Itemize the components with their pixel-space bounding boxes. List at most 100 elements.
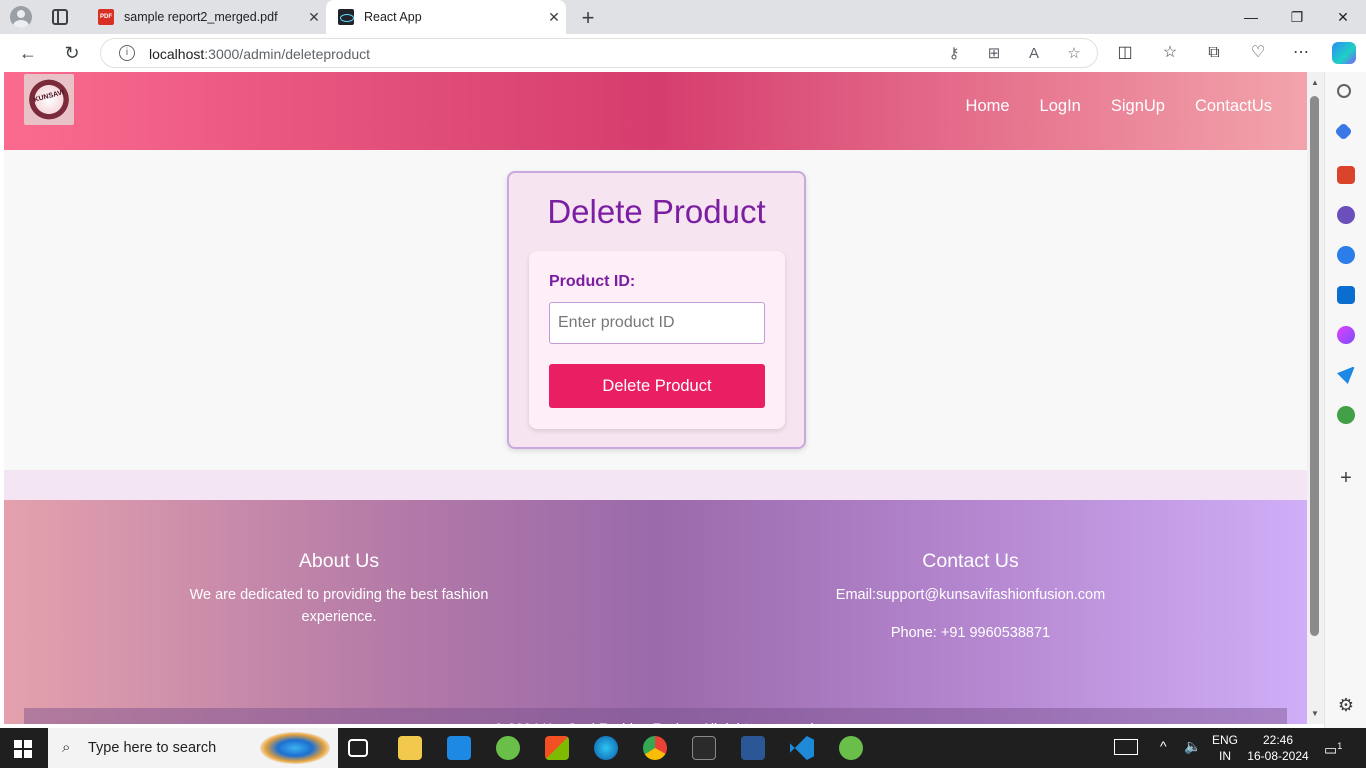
react-icon (338, 9, 354, 25)
more-icon[interactable]: ⋯ (1290, 43, 1312, 63)
nav-login[interactable]: LogIn (1040, 97, 1081, 116)
info-icon[interactable]: i (119, 45, 135, 61)
tray-chevron-icon[interactable]: ^ (1160, 738, 1167, 754)
add-icon[interactable]: + (1337, 468, 1355, 488)
contact-section: Contact Us Email:support@kunsavifashionf… (784, 550, 1157, 644)
nav-contactus[interactable]: ContactUs (1195, 97, 1272, 116)
tab-strip: PDF sample report2_merged.pdf ✕ React Ap… (0, 0, 1366, 34)
url-path: :3000/admin/deleteproduct (204, 46, 371, 62)
outlook-icon[interactable] (1337, 286, 1355, 304)
vscode-icon[interactable] (790, 736, 814, 760)
delete-product-form: Product ID: Delete Product (529, 251, 785, 429)
logo-text: KUNSAVI (33, 89, 65, 104)
restore-icon[interactable]: ❐ (1274, 0, 1320, 34)
search-highlight-image (260, 732, 330, 764)
settings-gear-icon[interactable]: ⚙ (1337, 696, 1355, 714)
windows-taskbar: ⌕ Type here to search ^ 🔈 ENG IN 22:46 16-… (0, 728, 1366, 768)
edge-sidebar: + ⚙ (1324, 72, 1366, 728)
product-id-input[interactable] (549, 302, 765, 344)
scrollbar-thumb[interactable] (1310, 96, 1319, 636)
page-title: Delete Product (547, 193, 766, 230)
vertical-scrollbar[interactable]: ▲ ▼ (1307, 72, 1324, 724)
search-icon: ⌕ (62, 739, 71, 756)
url-text: localhost:3000/admin/deleteproduct (149, 46, 370, 62)
notification-count: 1 (1337, 741, 1343, 751)
close-tab-icon[interactable]: ✕ (542, 9, 566, 26)
scroll-up-icon[interactable]: ▲ (1311, 78, 1319, 87)
contact-email: Email:support@kunsavifashionfusion.com (835, 587, 1106, 603)
close-window-icon[interactable]: ✕ (1320, 0, 1366, 34)
site-header: KUNSAVI Home LogIn SignUp ContactUs (4, 72, 1307, 150)
main-nav: Home LogIn SignUp ContactUs (966, 97, 1272, 116)
content-band (4, 470, 1307, 500)
pdf-icon: PDF (98, 9, 114, 25)
microsoft-store-icon[interactable] (545, 736, 569, 760)
nav-signup[interactable]: SignUp (1111, 97, 1165, 116)
contact-phone: Phone: +91 9960538871 (890, 625, 1051, 641)
clock-date: 16-08-2024 (1247, 749, 1309, 763)
tab-pdf[interactable]: PDF sample report2_merged.pdf ✕ (86, 0, 326, 34)
refresh-icon[interactable]: ↻ (62, 43, 82, 63)
url-host: localhost (149, 46, 205, 62)
tree-icon[interactable] (1337, 406, 1355, 424)
tab-react-app[interactable]: React App ✕ (326, 0, 566, 34)
taskbar-search-placeholder: Type here to search (88, 740, 217, 756)
shopping-tag-icon[interactable] (1334, 122, 1353, 141)
search-icon[interactable] (1337, 84, 1351, 98)
mail-icon[interactable] (447, 736, 471, 760)
copilot-icon[interactable] (1332, 42, 1356, 64)
new-tab-icon[interactable]: + (578, 5, 598, 31)
lang-text: ENG (1211, 733, 1238, 747)
microsoft365-icon[interactable] (1337, 246, 1355, 264)
read-aloud-icon[interactable]: A (1025, 45, 1043, 63)
tab-actions-icon[interactable] (52, 9, 68, 25)
spring-tool-icon[interactable] (496, 736, 520, 760)
delete-product-button[interactable]: Delete Product (549, 364, 765, 408)
address-toolbar: ← ↻ i localhost:3000/admin/deleteproduct… (0, 34, 1366, 72)
send-icon[interactable] (1337, 366, 1355, 384)
word-icon[interactable] (741, 736, 765, 760)
edge-icon[interactable] (594, 736, 618, 760)
favorites-icon[interactable]: ☆ (1159, 43, 1181, 63)
notification-icon[interactable]: ▭1 (1324, 738, 1342, 758)
scroll-down-icon[interactable]: ▼ (1311, 709, 1319, 718)
browser-essentials-icon[interactable]: ♡ (1247, 43, 1269, 63)
file-explorer-icon[interactable] (398, 736, 422, 760)
url-bar[interactable]: i localhost:3000/admin/deleteproduct ⚷ ⊞… (100, 38, 1098, 68)
windows-start-icon[interactable] (14, 740, 32, 758)
mysql-icon[interactable] (692, 736, 716, 760)
about-text: We are dedicated to providing the best f… (189, 587, 489, 625)
back-icon[interactable]: ← (18, 43, 38, 63)
profile-icon[interactable] (10, 6, 32, 28)
tools-icon[interactable] (1337, 166, 1355, 184)
key-icon[interactable]: ⚷ (945, 45, 963, 63)
about-section: About Us We are dedicated to providing t… (184, 550, 494, 628)
chrome-icon[interactable] (643, 736, 667, 760)
copyright-bar: © 2024 KunSavi Fashion Fusion. All right… (24, 708, 1287, 724)
apps-icon[interactable]: ⊞ (985, 45, 1003, 63)
task-view-icon[interactable] (348, 739, 368, 757)
about-title: About Us (298, 550, 380, 572)
tab-title: React App (364, 10, 422, 24)
taskbar-search[interactable]: ⌕ Type here to search (48, 728, 338, 768)
page-viewport: KUNSAVI Home LogIn SignUp ContactUs Dele… (4, 72, 1307, 724)
tab-title: sample report2_merged.pdf (124, 10, 278, 24)
collections-icon[interactable]: ⧉ (1203, 43, 1225, 63)
language-indicator[interactable]: ENG IN (1210, 732, 1240, 764)
keyboard-icon[interactable] (1114, 739, 1138, 755)
nav-home[interactable]: Home (966, 97, 1010, 116)
spring-boot-icon[interactable] (839, 736, 863, 760)
close-tab-icon[interactable]: ✕ (302, 9, 326, 26)
minimize-icon[interactable]: — (1228, 0, 1274, 34)
games-icon[interactable] (1337, 206, 1355, 224)
site-footer: About Us We are dedicated to providing t… (4, 500, 1307, 724)
delete-product-card: Delete Product Product ID: Delete Produc… (507, 171, 806, 449)
volume-icon[interactable]: 🔈 (1184, 738, 1201, 754)
split-screen-icon[interactable]: ◫ (1114, 43, 1136, 63)
clock-time: 22:46 (1262, 733, 1294, 747)
clock[interactable]: 22:46 16-08-2024 (1246, 732, 1310, 764)
favorite-star-icon[interactable]: ☆ (1065, 45, 1083, 63)
designer-icon[interactable] (1337, 326, 1355, 344)
product-id-label: Product ID: (549, 273, 636, 290)
logo[interactable]: KUNSAVI (24, 74, 74, 125)
